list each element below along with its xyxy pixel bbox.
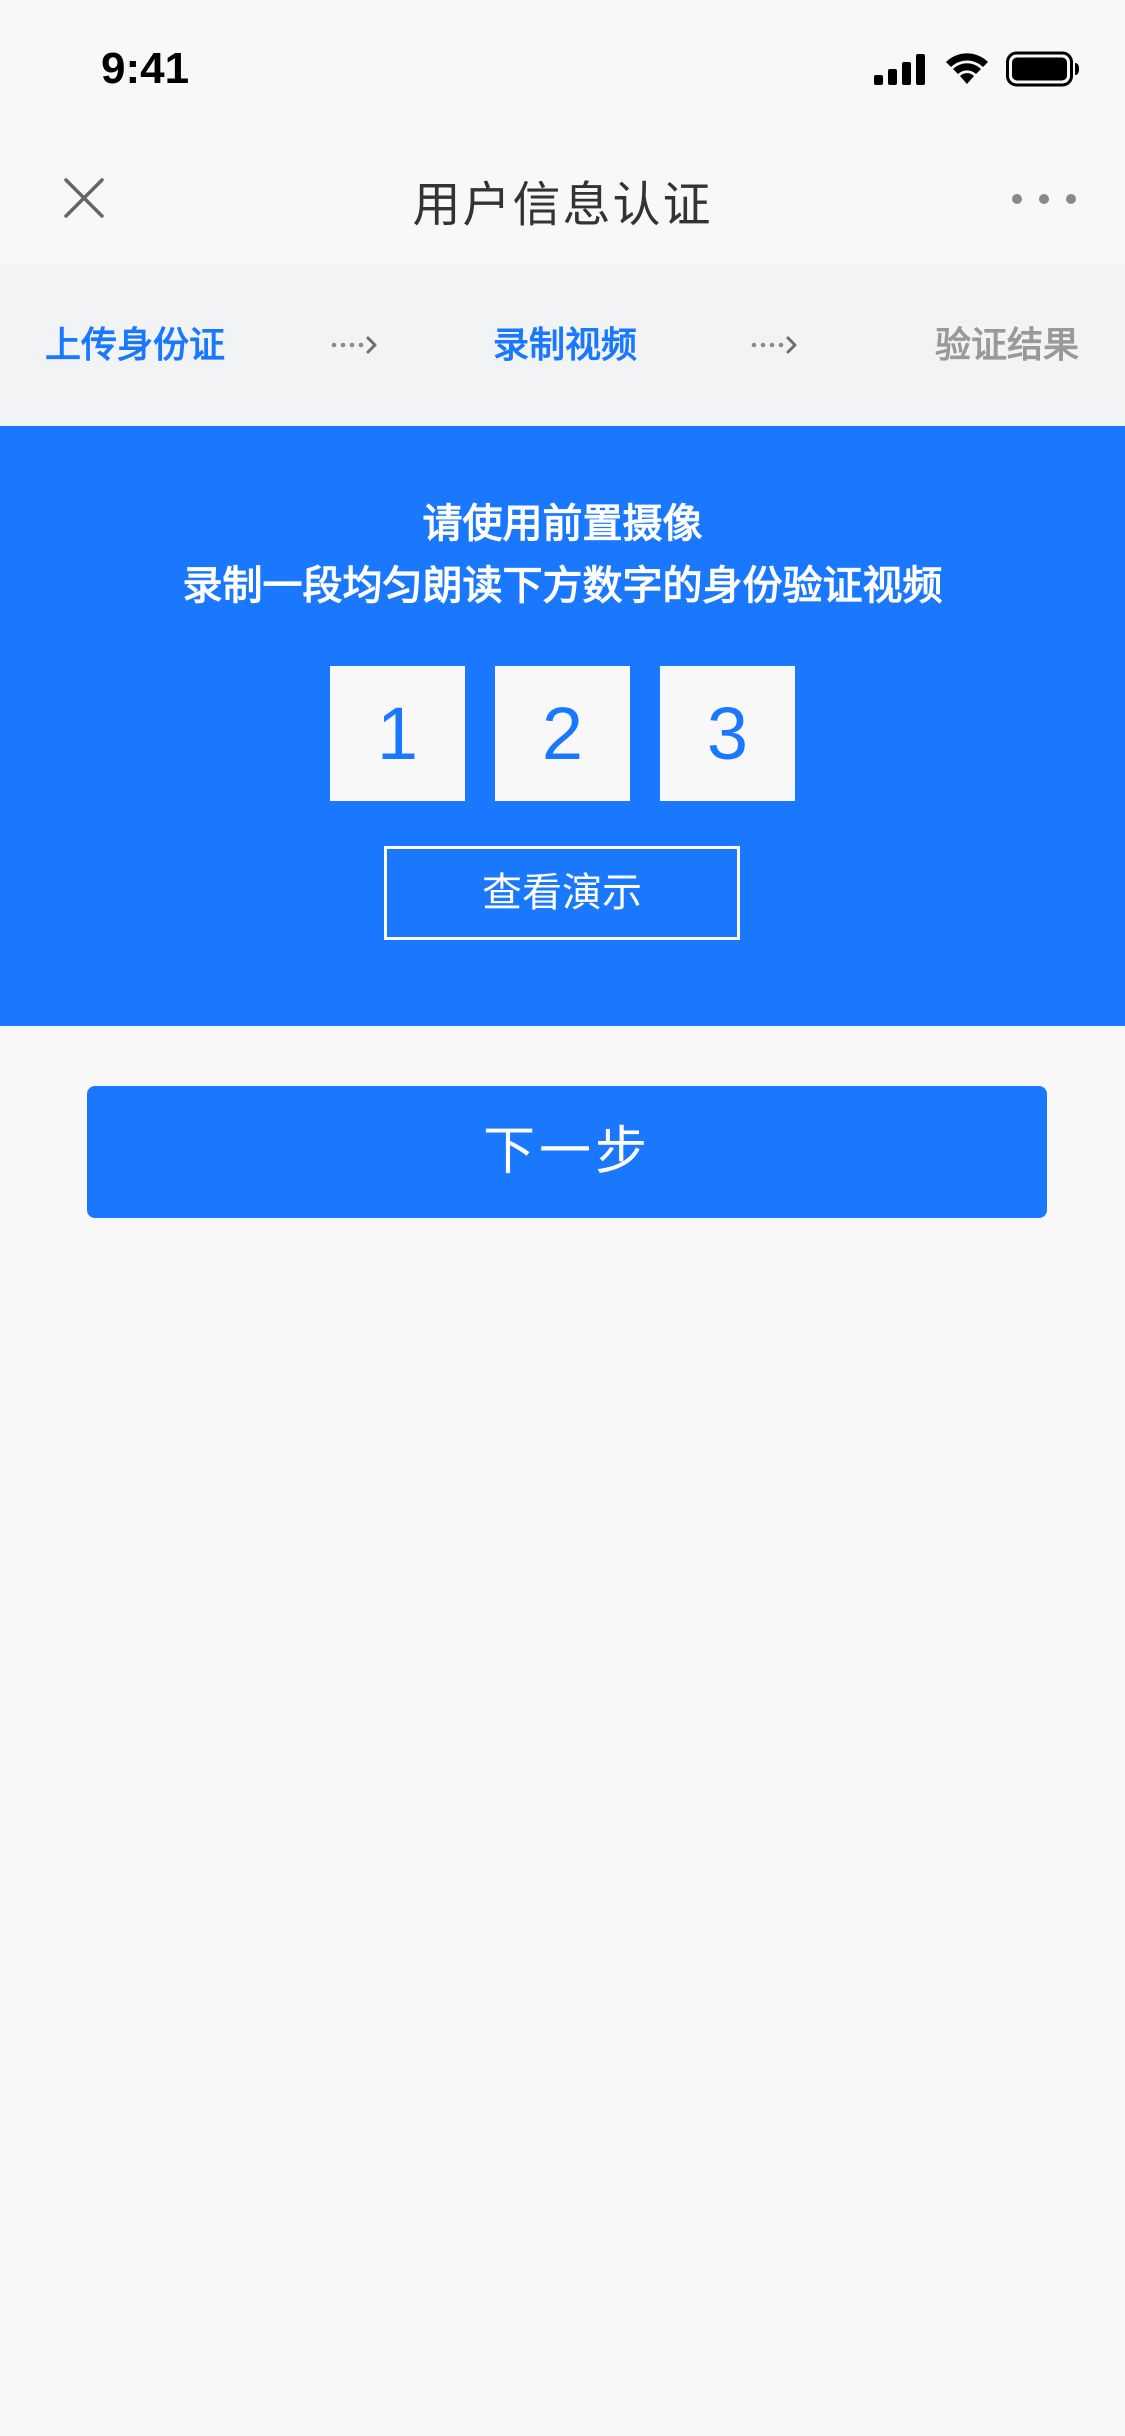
cellular-signal-icon	[874, 54, 925, 85]
step-verify-result: 验证结果	[935, 325, 1080, 366]
status-icons	[874, 48, 1080, 90]
dotted-arrow-icon	[331, 336, 377, 354]
more-icon[interactable]	[1010, 192, 1078, 206]
digit-box-1: 1	[330, 666, 465, 801]
step-upload-id: 上传身份证	[45, 325, 226, 366]
instruction-line-1: 请使用前置摄像	[422, 501, 703, 547]
page-title: 用户信息认证	[412, 177, 713, 233]
instruction-line-2: 录制一段均匀朗读下方数字的身份验证视频	[182, 563, 943, 609]
next-step-button[interactable]: 下一步	[87, 1086, 1047, 1218]
status-time: 9:41	[101, 44, 190, 93]
dotted-arrow-icon	[751, 336, 797, 354]
wifi-icon	[946, 53, 988, 84]
digit-box-3: 3	[660, 666, 795, 801]
digit-box-2: 2	[495, 666, 630, 801]
step-record-video: 录制视频	[493, 325, 638, 366]
view-demo-button[interactable]: 查看演示	[384, 846, 740, 940]
battery-icon	[1006, 51, 1079, 87]
